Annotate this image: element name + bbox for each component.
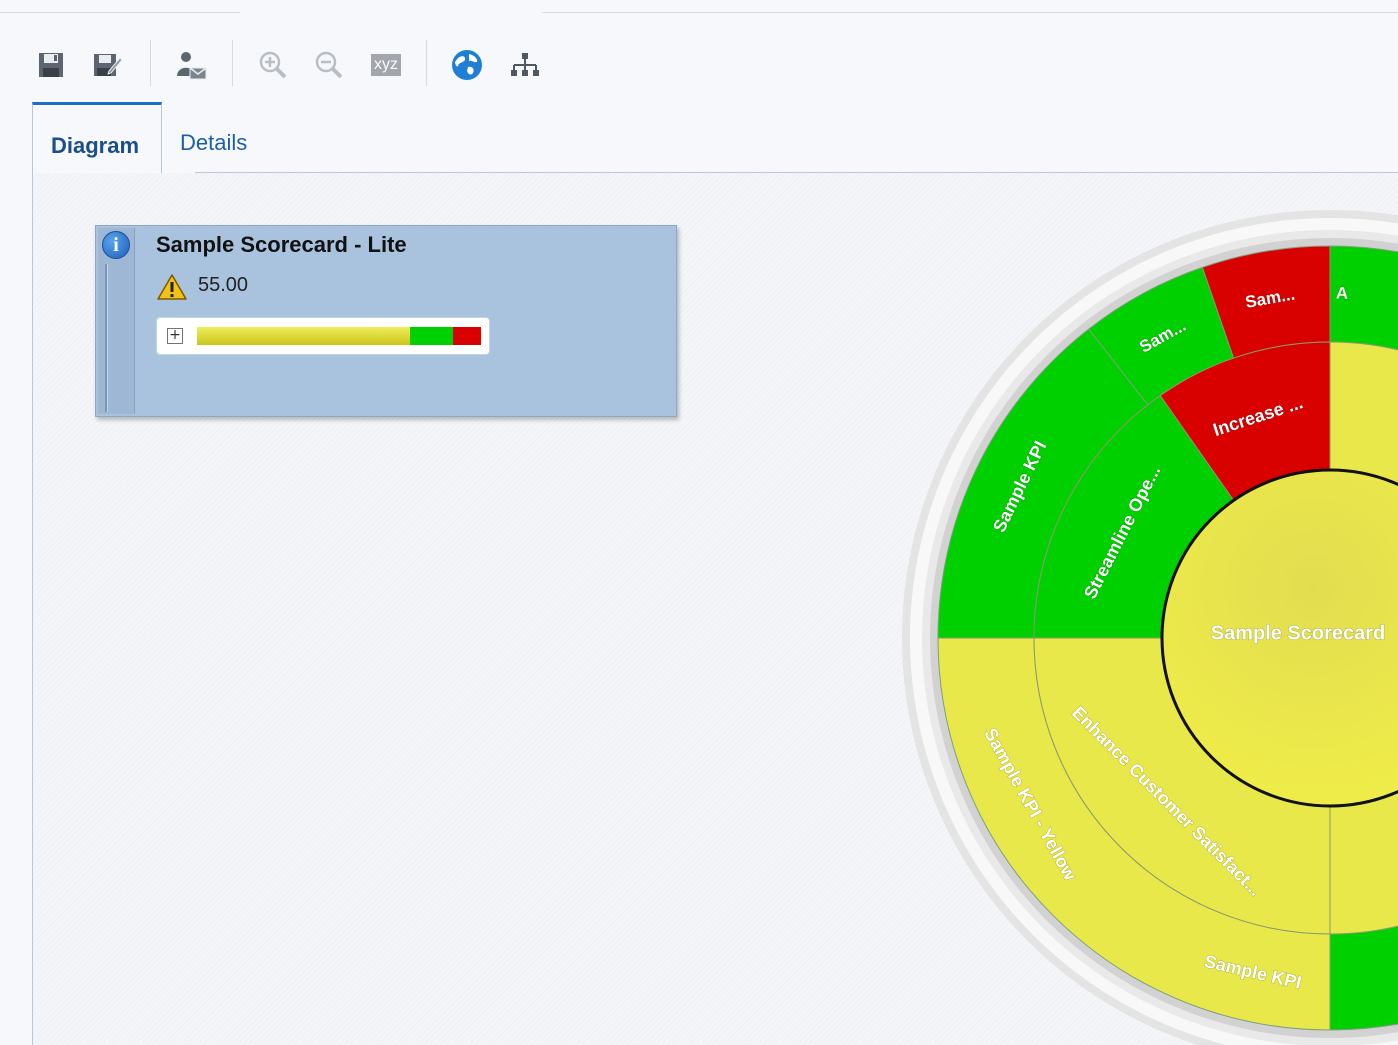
sunburst-ring2-label: A <box>1336 283 1349 302</box>
strategy-sunburst: Sample ScorecardStreamline Ope...Increas… <box>902 210 1398 1045</box>
sunburst-center-label: Sample Scorecard <box>1211 622 1386 644</box>
